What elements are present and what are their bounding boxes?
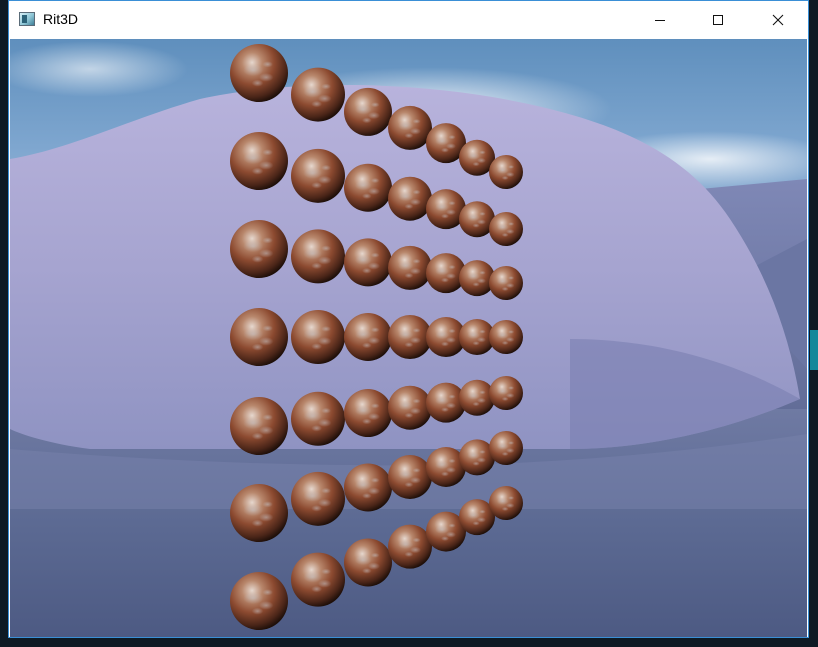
sphere [230,484,288,542]
sphere [344,389,392,438]
sphere [388,176,432,221]
sphere [291,229,345,284]
sphere [344,538,392,587]
sphere [291,67,345,122]
sphere [291,310,345,364]
sphere [489,155,523,189]
sphere [388,105,432,150]
sphere [344,313,392,361]
sphere [230,572,288,630]
sphere [230,44,288,102]
sphere [388,315,432,359]
sphere [344,87,392,136]
close-button[interactable] [749,1,807,38]
sphere [388,454,432,499]
title-bar[interactable]: Rit3D [9,1,808,38]
sphere [489,431,523,465]
sphere [344,238,392,287]
sphere [388,245,432,290]
minimize-icon [654,14,666,26]
sphere [291,391,345,446]
3d-viewport[interactable] [10,39,807,637]
sphere [489,486,523,520]
desktop-background-strip [810,330,818,370]
sphere [388,385,432,430]
sphere [230,220,288,278]
sphere [489,376,523,410]
sphere [230,308,288,366]
sphere [489,212,523,246]
minimize-button[interactable] [631,1,689,38]
sphere [291,552,345,607]
sphere [388,524,432,569]
window-title: Rit3D [43,11,79,27]
sphere [291,148,345,203]
sphere [291,471,345,526]
sphere [489,266,523,300]
app-window[interactable]: Rit3D [8,0,809,638]
sphere [459,379,495,416]
close-icon [772,14,784,26]
scene-render [10,44,807,637]
sphere [344,463,392,512]
maximize-icon [712,14,724,26]
sphere [489,320,523,354]
sphere [230,397,288,455]
maximize-button[interactable] [689,1,747,38]
sphere [230,132,288,190]
sphere [344,163,392,212]
sphere [459,260,495,297]
app-icon [19,12,35,26]
